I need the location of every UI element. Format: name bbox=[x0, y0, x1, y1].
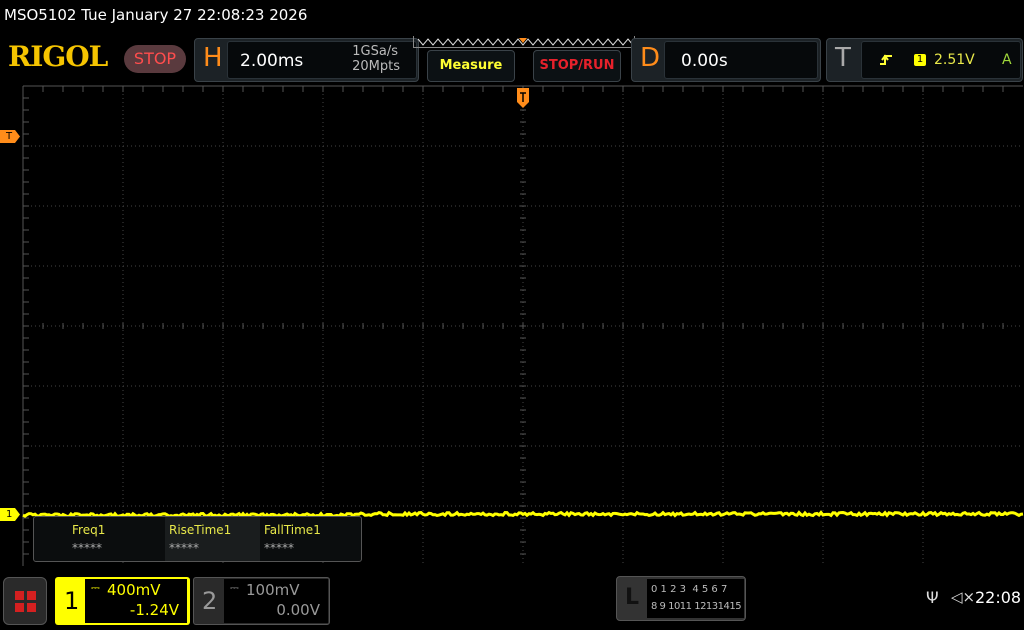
channel1-number: 1 bbox=[64, 587, 79, 615]
delay-panel[interactable]: D 0.00s bbox=[631, 38, 821, 82]
clock: 22:08 bbox=[975, 588, 1021, 607]
measurement-label: FallTime1 bbox=[264, 523, 355, 537]
memory-depth: 20Mpts bbox=[352, 59, 400, 74]
measurement-label: RiseTime1 bbox=[169, 523, 260, 537]
measurement-falltime[interactable]: FallTime1 ***** bbox=[260, 517, 355, 561]
delay-value: 0.00s bbox=[681, 51, 728, 71]
measure-button[interactable]: Measure bbox=[427, 50, 515, 82]
rising-edge-icon bbox=[879, 53, 893, 67]
speaker-muted-icon[interactable]: ◁× bbox=[951, 588, 975, 606]
trigger-mode: A bbox=[1002, 52, 1012, 68]
logic-panel[interactable]: L 0 1 2 3 4 5 6 7 8 9 1011 12131415 bbox=[616, 576, 746, 621]
measurement-value: ***** bbox=[264, 541, 355, 555]
dc-coupling-icon: ⎓ bbox=[91, 581, 100, 595]
horizontal-panel[interactable]: H 2.00ms 1GSa/s 20Mpts bbox=[194, 38, 419, 82]
waveform-grid[interactable] bbox=[0, 84, 1024, 574]
trigger-level: 2.51V bbox=[934, 52, 975, 68]
menu-button[interactable] bbox=[3, 577, 47, 625]
measurement-value: ***** bbox=[72, 541, 129, 555]
waveform-position-ruler bbox=[413, 36, 635, 48]
measurement-freq[interactable]: Freq1 ***** bbox=[34, 517, 129, 561]
dc-coupling-icon: ⎓ bbox=[230, 581, 239, 595]
trigger-panel[interactable]: T 1 2.51V A bbox=[826, 38, 1023, 82]
logic-letter: L bbox=[625, 585, 639, 610]
channel1-panel[interactable]: 1 ⎓ 400mV -1.24V bbox=[55, 577, 190, 625]
usb-icon: Ψ bbox=[926, 588, 939, 607]
measurement-label: Freq1 bbox=[72, 523, 129, 537]
channel1-offset: -1.24V bbox=[130, 601, 179, 619]
measurement-panel: Freq1 ***** RiseTime1 ***** FallTime1 ***** bbox=[33, 516, 362, 562]
rigol-logo: RIGOL bbox=[8, 40, 107, 73]
logic-channels-row2: 8 9 1011 12131415 bbox=[651, 601, 741, 612]
channel1-scale: 400mV bbox=[107, 581, 161, 599]
trigger-source: 1 bbox=[914, 54, 926, 66]
trigger-position-marker[interactable] bbox=[516, 88, 530, 108]
channel2-scale: 100mV bbox=[246, 581, 300, 599]
timebase-value: 2.00ms bbox=[240, 51, 303, 71]
channel2-panel[interactable]: 2 ⎓ 100mV 0.00V bbox=[193, 577, 330, 625]
measurement-value: ***** bbox=[169, 541, 260, 555]
channel2-number: 2 bbox=[202, 587, 217, 615]
logic-channels-row1: 0 1 2 3 4 5 6 7 bbox=[651, 584, 727, 595]
delay-letter: D bbox=[640, 43, 660, 73]
horizontal-letter: H bbox=[203, 43, 223, 73]
trigger-letter: T bbox=[835, 43, 851, 73]
measurement-risetime[interactable]: RiseTime1 ***** bbox=[165, 517, 260, 561]
sample-rate: 1GSa/s bbox=[352, 44, 398, 59]
channel2-offset: 0.00V bbox=[276, 601, 320, 619]
stop-run-button[interactable]: STOP/RUN bbox=[533, 50, 621, 82]
grid-menu-icon bbox=[14, 590, 38, 614]
run-status-badge[interactable]: STOP bbox=[124, 45, 186, 73]
title-bar: MSO5102 Tue January 27 22:08:23 2026 bbox=[4, 6, 307, 24]
